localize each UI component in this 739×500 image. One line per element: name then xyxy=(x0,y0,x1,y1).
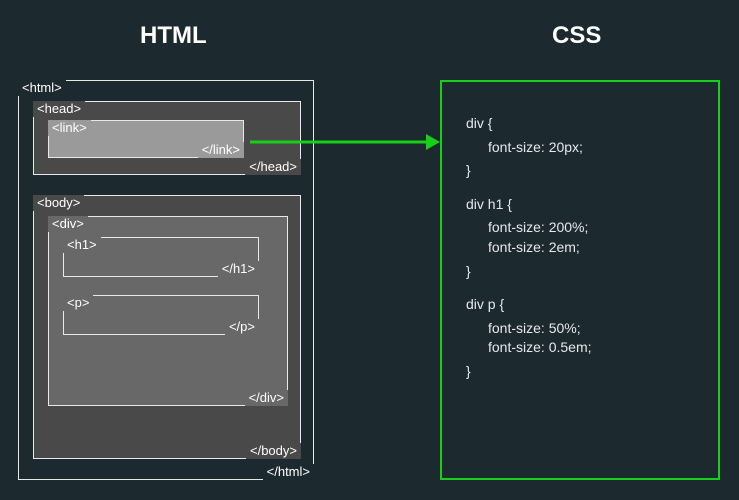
css-declarations: font-size: 200%; font-size: 2em; xyxy=(466,218,694,257)
p-tag-box: <p> </p> xyxy=(63,295,259,335)
css-declaration: font-size: 20px; xyxy=(488,138,694,158)
css-declarations: font-size: 50%; font-size: 0.5em; xyxy=(466,319,694,358)
link-tag-box: <link> </link> xyxy=(48,120,244,158)
css-rule: div h1 { font-size: 200%; font-size: 2em… xyxy=(466,195,694,281)
h1-open-tag: <h1> xyxy=(63,237,101,253)
p-close-tag: </p> xyxy=(225,319,259,335)
div-close-tag: </div> xyxy=(245,390,288,406)
css-declaration: font-size: 0.5em; xyxy=(488,338,694,358)
css-selector: div h1 { xyxy=(466,195,694,215)
p-open-tag: <p> xyxy=(63,295,93,311)
css-close-brace: } xyxy=(466,262,694,282)
css-heading: CSS xyxy=(552,22,601,50)
body-tag-box: <body> </body> <div> </div> <h1> </h1> <… xyxy=(33,195,301,459)
css-close-brace: } xyxy=(466,161,694,181)
html-open-tag: <html> xyxy=(18,80,66,96)
link-open-tag: <link> xyxy=(48,120,91,136)
link-close-tag: </link> xyxy=(198,142,244,158)
html-heading: HTML xyxy=(140,22,207,50)
css-declarations: font-size: 20px; xyxy=(466,138,694,158)
css-rule: div { font-size: 20px; } xyxy=(466,114,694,181)
css-declaration: font-size: 200%; xyxy=(488,218,694,238)
head-open-tag: <head> xyxy=(33,101,85,117)
head-tag-box: <head> </head> <link> </link> xyxy=(33,101,301,175)
head-close-tag: </head> xyxy=(245,159,301,175)
h1-close-tag: </h1> xyxy=(218,261,259,277)
css-selector: div { xyxy=(466,114,694,134)
html-close-tag: </html> xyxy=(263,464,314,480)
div-open-tag: <div> xyxy=(48,216,88,232)
css-code-panel: div { font-size: 20px; } div h1 { font-s… xyxy=(440,80,720,480)
body-open-tag: <body> xyxy=(33,195,84,211)
css-selector: div p { xyxy=(466,295,694,315)
body-close-tag: </body> xyxy=(246,443,301,459)
css-declaration: font-size: 50%; xyxy=(488,319,694,339)
css-declaration: font-size: 2em; xyxy=(488,238,694,258)
css-close-brace: } xyxy=(466,362,694,382)
div-tag-box: <div> </div> <h1> </h1> <p> </p> xyxy=(48,216,288,406)
html-tag-box: <html> </html> <head> </head> <link> </l… xyxy=(18,80,314,480)
html-tree-panel: <html> </html> <head> </head> <link> </l… xyxy=(18,80,314,480)
h1-tag-box: <h1> </h1> xyxy=(63,237,259,277)
css-rule: div p { font-size: 50%; font-size: 0.5em… xyxy=(466,295,694,381)
